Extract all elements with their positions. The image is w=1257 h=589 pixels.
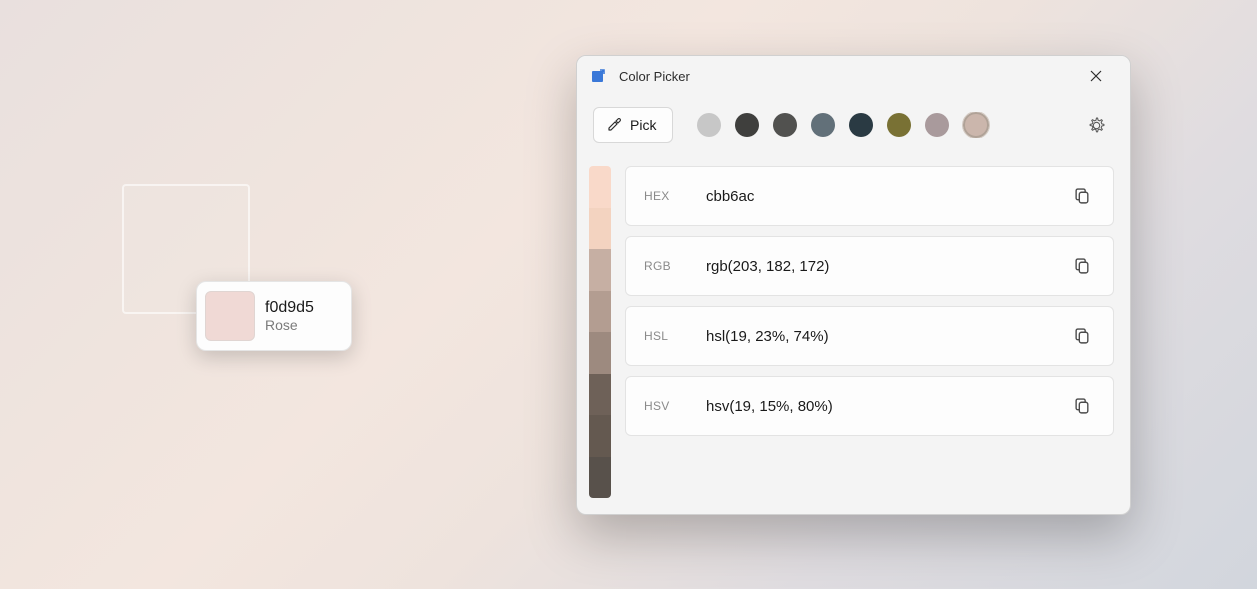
shade-1[interactable] — [589, 208, 611, 250]
copy-icon — [1075, 398, 1090, 415]
format-value: hsv(19, 15%, 80%) — [706, 398, 1065, 415]
close-icon — [1090, 70, 1102, 82]
sample-swatch — [205, 291, 255, 341]
window-title: Color Picker — [619, 69, 1076, 84]
close-button[interactable] — [1076, 61, 1116, 91]
format-row-hsl[interactable]: HSLhsl(19, 23%, 74%) — [625, 306, 1114, 366]
history-color-5[interactable] — [887, 113, 911, 137]
shade-0[interactable] — [589, 166, 611, 208]
copy-button[interactable] — [1065, 179, 1099, 213]
format-value: cbb6ac — [706, 188, 1065, 205]
history-color-7[interactable] — [963, 112, 989, 138]
copy-icon — [1075, 188, 1090, 205]
format-row-hex[interactable]: HEXcbb6ac — [625, 166, 1114, 226]
settings-button[interactable] — [1078, 107, 1114, 143]
pick-button[interactable]: Pick — [593, 107, 673, 143]
history-color-6[interactable] — [925, 113, 949, 137]
copy-icon — [1075, 258, 1090, 275]
color-picker-window: Color Picker Pick HEXc — [576, 55, 1131, 515]
history-color-2[interactable] — [773, 113, 797, 137]
format-list: HEXcbb6ac RGBrgb(203, 182, 172) HSLhsl(19,… — [625, 166, 1114, 498]
format-label: HSL — [644, 329, 706, 343]
shade-7[interactable] — [589, 457, 611, 499]
history-color-0[interactable] — [697, 113, 721, 137]
shade-6[interactable] — [589, 415, 611, 457]
shade-4[interactable] — [589, 332, 611, 374]
shade-3[interactable] — [589, 291, 611, 333]
format-value: hsl(19, 23%, 74%) — [706, 328, 1065, 345]
sample-hex-label: f0d9d5 — [265, 299, 314, 317]
format-value: rgb(203, 182, 172) — [706, 258, 1065, 275]
window-body: HEXcbb6ac RGBrgb(203, 182, 172) HSLhsl(19,… — [577, 154, 1130, 514]
copy-icon — [1075, 328, 1090, 345]
toolbar: Pick — [577, 96, 1130, 154]
copy-button[interactable] — [1065, 249, 1099, 283]
format-label: RGB — [644, 259, 706, 273]
shade-strip[interactable] — [589, 166, 611, 498]
color-history — [683, 112, 1068, 138]
eyedropper-tooltip: f0d9d5 Rose — [196, 281, 352, 351]
app-icon — [589, 67, 607, 85]
gear-icon — [1088, 117, 1105, 134]
titlebar[interactable]: Color Picker — [577, 56, 1130, 96]
copy-button[interactable] — [1065, 389, 1099, 423]
format-row-hsv[interactable]: HSVhsv(19, 15%, 80%) — [625, 376, 1114, 436]
history-color-4[interactable] — [849, 113, 873, 137]
history-color-1[interactable] — [735, 113, 759, 137]
format-row-rgb[interactable]: RGBrgb(203, 182, 172) — [625, 236, 1114, 296]
format-label: HSV — [644, 399, 706, 413]
pick-button-label: Pick — [630, 117, 656, 133]
eyedropper-icon — [606, 117, 622, 133]
copy-button[interactable] — [1065, 319, 1099, 353]
shade-2[interactable] — [589, 249, 611, 291]
format-label: HEX — [644, 189, 706, 203]
shade-5[interactable] — [589, 374, 611, 416]
sample-name-label: Rose — [265, 317, 314, 333]
history-color-3[interactable] — [811, 113, 835, 137]
